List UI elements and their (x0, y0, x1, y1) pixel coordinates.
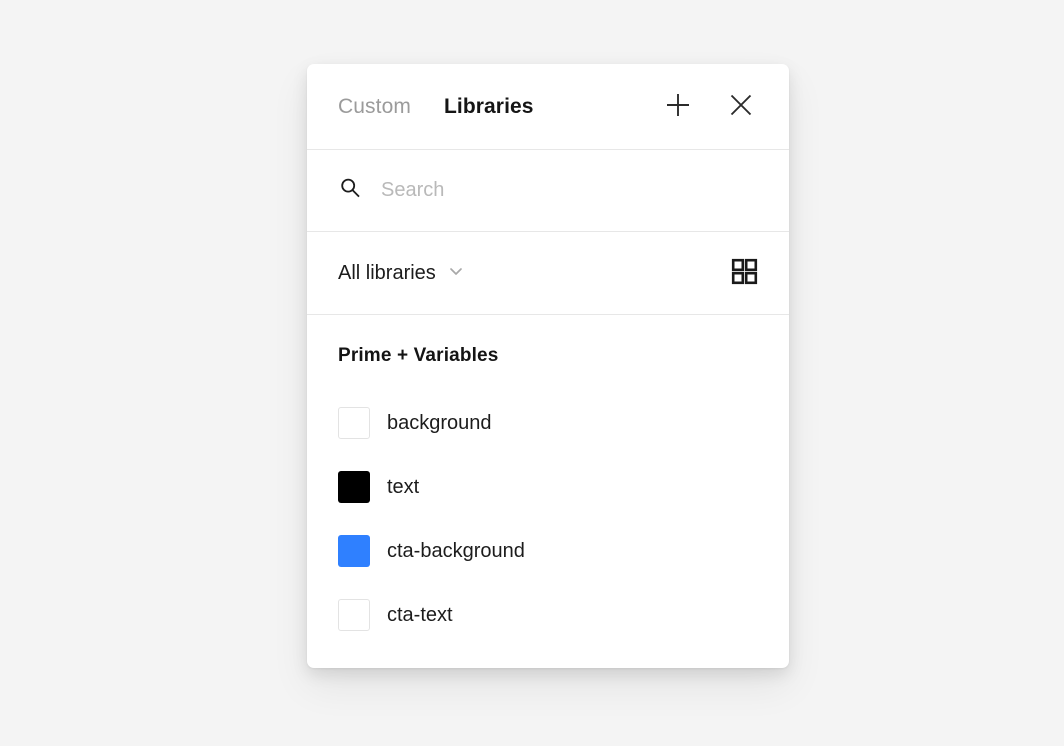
grid-view-icon (731, 258, 758, 288)
list-item[interactable]: cta-text (338, 583, 758, 647)
panel-header: Custom Libraries (307, 64, 789, 150)
close-button[interactable] (724, 90, 758, 124)
tab-custom[interactable]: Custom (338, 96, 411, 117)
filter-row: All libraries (307, 232, 789, 315)
list-item-label: text (387, 477, 419, 497)
screen: Custom Libraries (0, 0, 1064, 746)
grid-view-button[interactable] (727, 256, 761, 290)
color-swatch (338, 599, 370, 631)
library-filter-label: All libraries (338, 263, 436, 283)
search-row (307, 150, 789, 232)
list-item[interactable]: cta-background (338, 519, 758, 583)
list-item[interactable]: background (338, 391, 758, 455)
list-item-label: background (387, 413, 492, 433)
color-swatch (338, 407, 370, 439)
chevron-down-icon (447, 262, 465, 285)
libraries-panel: Custom Libraries (307, 64, 789, 668)
plus-icon (663, 90, 693, 123)
list-item-label: cta-text (387, 605, 453, 625)
library-filter-dropdown[interactable]: All libraries (338, 262, 727, 285)
panel-tabs: Custom Libraries (338, 96, 661, 117)
add-button[interactable] (661, 90, 695, 124)
list-item[interactable]: text (338, 455, 758, 519)
variables-list: Prime + Variables background text cta-ba… (307, 315, 789, 668)
color-swatch (338, 471, 370, 503)
header-actions (661, 90, 758, 124)
list-item-label: cta-background (387, 541, 525, 561)
color-swatch (338, 535, 370, 567)
search-icon (338, 176, 362, 205)
group-title: Prime + Variables (338, 345, 758, 368)
close-icon (727, 91, 755, 122)
search-input[interactable] (381, 179, 758, 202)
tab-libraries[interactable]: Libraries (444, 96, 534, 117)
